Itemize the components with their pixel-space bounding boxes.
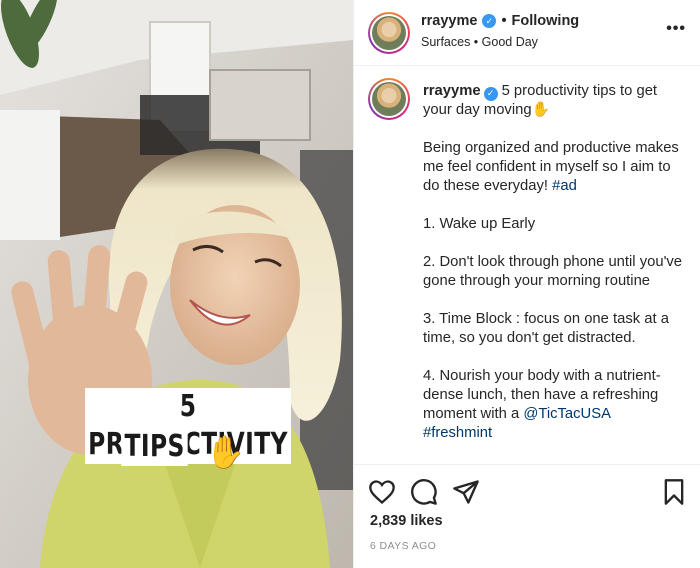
tip-1: 1. Wake up Early	[423, 216, 536, 232]
caption-text: rrayyme ✓ 5 productivity tips to get your …	[423, 82, 685, 462]
location-link[interactable]: Surfaces • Good Day	[421, 35, 538, 49]
caption-area: rrayyme ✓ 5 productivity tips to get your …	[354, 66, 700, 464]
heart-icon[interactable]	[368, 478, 396, 506]
paper-plane-icon[interactable]	[452, 478, 480, 506]
hashtag-freshmint[interactable]: #freshmint	[423, 425, 492, 441]
separator-dot: •	[501, 13, 507, 29]
post-media[interactable]: 5 PRODUCTIVITY TIPS ✋	[0, 0, 353, 568]
verified-badge-icon: ✓	[482, 14, 497, 28]
post-timestamp[interactable]: 6 DAYS AGO	[370, 540, 436, 552]
post-header: rrayyme ✓ • Following Surfaces • Good Da…	[354, 0, 700, 66]
tip-3: 3. Time Block : focus on one task at a t…	[423, 311, 669, 346]
wave-emoji: ✋	[205, 433, 246, 470]
mention-tictac[interactable]: @TicTacUSA	[523, 406, 611, 422]
caption-intro: Being organized and productive makes me …	[423, 140, 679, 194]
tip-2: 2. Don't look through phone until you've…	[423, 254, 683, 289]
header-user-row: rrayyme ✓ • Following	[421, 13, 579, 29]
comment-icon[interactable]	[410, 478, 438, 506]
header-username[interactable]: rrayyme	[421, 13, 477, 29]
profile-avatar[interactable]	[368, 12, 410, 54]
action-bar: 2,839 likes 6 DAYS AGO	[354, 464, 700, 568]
hashtag-ad[interactable]: #ad	[552, 178, 577, 194]
verified-badge-icon: ✓	[483, 86, 498, 101]
more-options-icon[interactable]: •••	[666, 20, 686, 38]
follow-status-button[interactable]: Following	[512, 13, 580, 29]
caption-avatar[interactable]	[368, 78, 410, 120]
post-sidebar: rrayyme ✓ • Following Surfaces • Good Da…	[353, 0, 700, 568]
caption-line-2: TIPS	[121, 428, 188, 466]
post-photo	[0, 0, 353, 568]
likes-count[interactable]: 2,839 likes	[370, 513, 443, 529]
bookmark-icon[interactable]	[660, 478, 688, 506]
caption-username[interactable]: rrayyme	[423, 83, 481, 99]
